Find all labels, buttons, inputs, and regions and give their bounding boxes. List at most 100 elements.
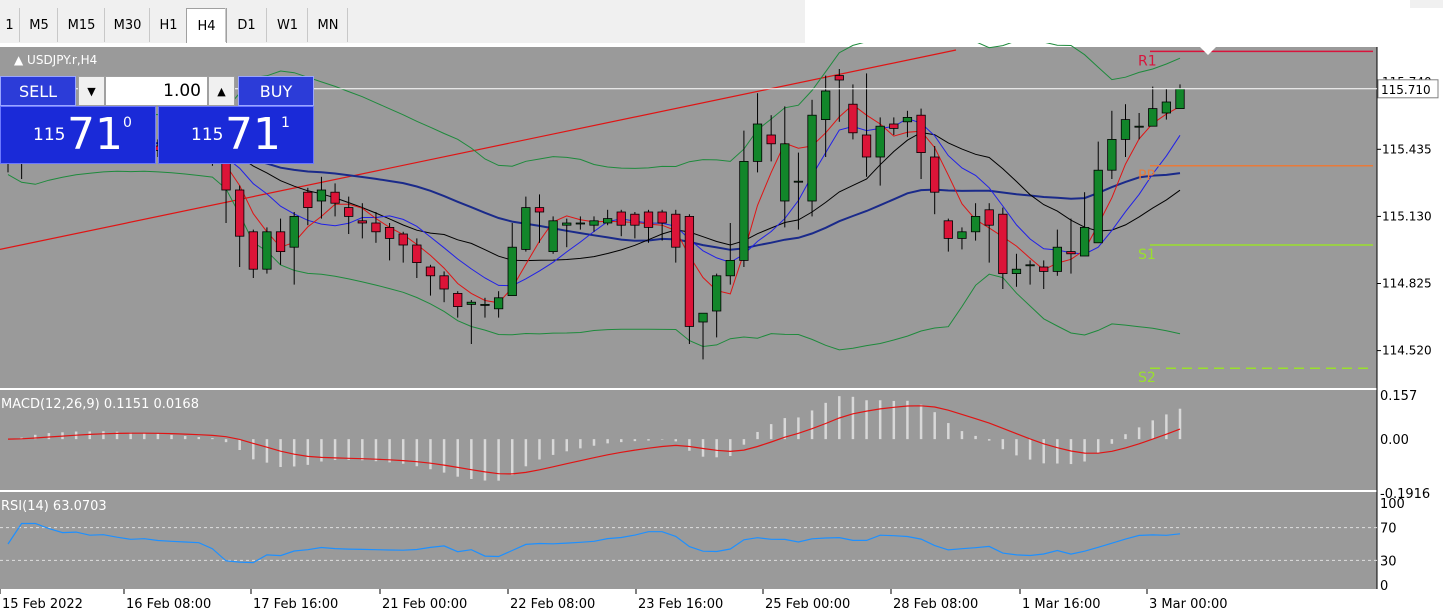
buy-price-box[interactable]: 115 71 1 <box>158 106 314 164</box>
price-axis-label: 115.435 <box>1382 142 1432 156</box>
time-axis-label: 23 Feb 16:00 <box>638 597 723 609</box>
one-click-trading-panel: SELL ▼ 1.00 ▲ BUY 115 71 0 115 71 1 <box>0 76 314 164</box>
candle-bear <box>930 156 940 193</box>
candle-bear <box>630 213 640 226</box>
candle-bear <box>344 207 354 217</box>
timeframe-tab-h4[interactable]: H4 <box>186 8 227 43</box>
buy-price-pips: 71 <box>225 109 281 160</box>
candle-bull <box>698 312 708 323</box>
sell-price-big: 115 <box>33 125 66 145</box>
candle-bull <box>480 303 490 306</box>
candle-bear <box>275 231 286 253</box>
candle-bear <box>643 211 654 228</box>
candle-bear <box>657 211 667 224</box>
candle-bull <box>821 90 831 121</box>
buy-price-big: 115 <box>191 125 224 145</box>
time-axis-label: 15 Feb 2022 <box>2 597 83 609</box>
candle-bull <box>1052 246 1062 272</box>
candle-bull <box>603 218 613 224</box>
price-axis-label: 115.130 <box>1382 209 1432 223</box>
candle-bull <box>793 180 804 183</box>
candle-bull <box>807 114 817 202</box>
candle-bear <box>330 191 340 204</box>
candle-bull <box>725 259 735 277</box>
candle-bull <box>752 123 763 162</box>
candle-bull <box>1079 226 1090 257</box>
lot-increase-button[interactable]: ▲ <box>208 76 235 106</box>
candle-bull <box>1148 108 1158 127</box>
candle-bear <box>425 266 436 277</box>
macd-axis-label: 0.00 <box>1380 433 1409 448</box>
timeframe-tab-1[interactable]: 1 <box>0 8 19 42</box>
candle-bull <box>739 161 749 261</box>
candle-bull <box>548 220 558 253</box>
pivot-label-pp: PP <box>1138 168 1155 184</box>
candle-bull <box>1120 119 1131 140</box>
candle-bear <box>671 213 681 248</box>
rsi-axis-label: 0 <box>1380 579 1388 594</box>
macd-axis-label: 0.157 <box>1380 389 1417 404</box>
candle-bear <box>439 275 449 290</box>
candle-bear <box>984 209 994 226</box>
candle-bear <box>916 114 926 153</box>
sell-button[interactable]: SELL <box>0 76 76 106</box>
candle-bear <box>235 189 245 237</box>
time-axis-label: 16 Feb 08:00 <box>126 597 211 609</box>
buy-button[interactable]: BUY <box>238 76 314 106</box>
time-axis-label: 17 Feb 16:00 <box>253 597 338 609</box>
timeframe-tab-w1[interactable]: W1 <box>266 8 308 42</box>
pivot-label-r1: R1 <box>1138 53 1157 69</box>
symbol-label: ▲ USDJPY.r,H4 <box>14 53 97 67</box>
candle-bear <box>357 220 367 224</box>
candle-bear <box>303 191 313 208</box>
price-axis-label: 114.520 <box>1382 344 1432 358</box>
candle-bull <box>957 231 967 239</box>
candle-bull <box>1011 268 1022 274</box>
timeframe-tab-h1[interactable]: H1 <box>149 8 187 42</box>
timeframe-tab-m15[interactable]: M15 <box>57 8 105 42</box>
candle-bear <box>861 134 872 158</box>
timeframe-toolbar: 1 M5 M15 M30 H1 H4 D1 W1 MN <box>0 0 805 44</box>
timeframe-tab-m30[interactable]: M30 <box>104 8 150 42</box>
pivot-label-s1: S1 <box>1138 247 1156 263</box>
rsi-title: RSI(14) 63.0703 <box>1 499 107 514</box>
candle-bull <box>466 301 476 305</box>
candle-bull <box>493 297 504 310</box>
candle-bear <box>834 75 844 81</box>
candle-bull <box>780 143 790 202</box>
pivot-label-s2: S2 <box>1138 370 1156 386</box>
candle-bull <box>1025 264 1035 267</box>
buy-price-fraction: 1 <box>281 115 290 131</box>
candle-bear <box>943 220 953 239</box>
sell-price-pips: 71 <box>67 109 123 160</box>
price-axis-label: 114.825 <box>1382 277 1432 291</box>
candle-bull <box>262 231 272 270</box>
window-corner <box>1410 0 1443 8</box>
time-axis-label: 21 Feb 00:00 <box>382 597 467 609</box>
time-axis-label: 3 Mar 00:00 <box>1149 597 1228 609</box>
candle-bull <box>1175 88 1185 109</box>
candle-bear <box>766 134 776 145</box>
candle-bear <box>412 244 422 264</box>
sell-price-fraction: 0 <box>123 115 132 131</box>
candle-bear <box>684 215 695 327</box>
candle-bear <box>616 211 626 226</box>
candle-bear <box>398 233 408 246</box>
timeframe-tab-mn[interactable]: MN <box>307 8 348 42</box>
sell-price-box[interactable]: 115 71 0 <box>0 106 156 164</box>
candle-bull <box>562 222 572 226</box>
candle-bull <box>970 215 981 233</box>
candle-bear <box>1066 251 1076 255</box>
timeframe-tab-d1[interactable]: D1 <box>225 8 267 42</box>
lot-size-input[interactable]: 1.00 <box>105 76 208 106</box>
timeframe-tab-m5[interactable]: M5 <box>19 8 58 42</box>
candle-bear <box>1039 266 1049 272</box>
candle-bull <box>1107 139 1117 171</box>
rsi-axis-label: 100 <box>1380 497 1405 512</box>
candle-bear <box>453 292 463 307</box>
candle-bear <box>534 207 545 213</box>
candle-bear <box>384 226 395 239</box>
lot-decrease-button[interactable]: ▼ <box>78 76 105 106</box>
rsi-axis-label: 30 <box>1380 554 1397 569</box>
candle-bull <box>712 275 722 312</box>
